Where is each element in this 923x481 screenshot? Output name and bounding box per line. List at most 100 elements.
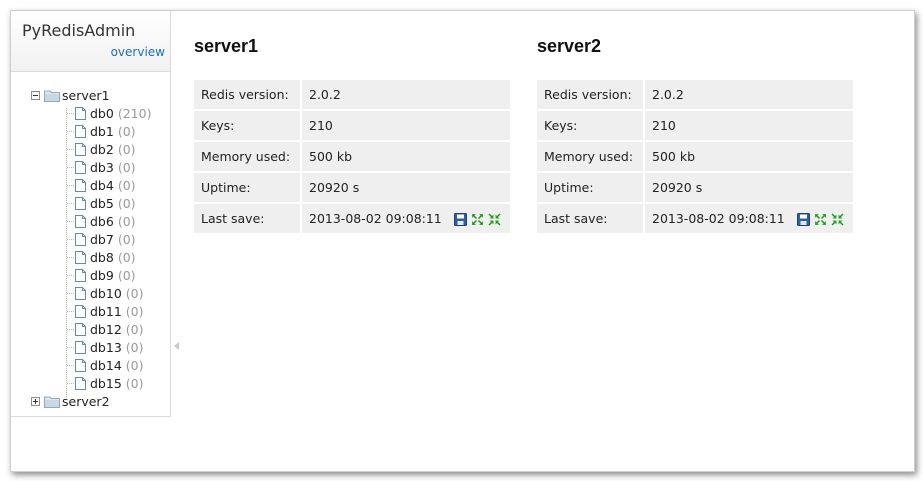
tree-db-item[interactable]: db14 (0) [75, 356, 144, 374]
sidebar: PyRedisAdmin overview server1 db0 (210) db1… [11, 11, 171, 417]
tree-db-item[interactable]: db5 (0) [75, 194, 136, 212]
info-label: Uptime: [194, 173, 302, 202]
tree-server-label: server2 [62, 393, 110, 409]
sidebar-collapse-arrow-icon[interactable] [174, 342, 179, 350]
tree-db-item[interactable]: db15 (0) [75, 374, 144, 392]
db-name: db9 [90, 267, 114, 283]
db-name: db11 [90, 303, 122, 319]
database-file-icon [75, 142, 90, 156]
db-name: db2 [90, 141, 114, 157]
server-title: server1 [194, 36, 259, 56]
info-label: Last save: [194, 204, 302, 233]
db-key-count: (0) [125, 303, 144, 319]
database-file-icon [75, 178, 90, 192]
expand-icon[interactable] [470, 213, 484, 226]
expand-icon[interactable] [813, 213, 827, 226]
tree-db-item[interactable]: db13 (0) [75, 338, 144, 356]
db-key-count: (0) [125, 357, 144, 373]
db-key-count: (0) [125, 321, 144, 337]
tree-db-item[interactable]: db6 (0) [75, 212, 136, 230]
server-panel-1: server1 Redis version: 2.0.2 Keys: 210 M… [194, 36, 510, 235]
collapse-icon[interactable] [830, 213, 844, 226]
database-file-icon [75, 124, 90, 138]
db-name: db4 [90, 177, 114, 193]
database-file-icon [75, 268, 90, 282]
db-name: db8 [90, 249, 114, 265]
server-info-table: Redis version: 2.0.2 Keys: 210 Memory us… [537, 78, 853, 235]
info-value: 500 kb [645, 142, 853, 171]
tree-server-server2[interactable]: server2 [31, 392, 110, 410]
info-label: Keys: [537, 111, 645, 140]
expand-toggle-icon[interactable] [31, 396, 40, 406]
tree-db-item[interactable]: db7 (0) [75, 230, 136, 248]
database-file-icon [75, 304, 90, 318]
info-row-uptime: Uptime: 20920 s [537, 173, 853, 202]
database-file-icon [75, 214, 90, 228]
database-file-icon [75, 358, 90, 372]
info-row-last-save: Last save: 2013-08-02 09:08:11 [194, 204, 510, 233]
db-key-count: (0) [125, 285, 144, 301]
info-value-cell: 2013-08-02 09:08:11 [302, 204, 510, 233]
info-row-keys: Keys: 210 [194, 111, 510, 140]
last-save-actions [793, 213, 844, 226]
collapse-toggle-icon[interactable] [31, 90, 40, 100]
tree-db-item[interactable]: db11 (0) [75, 302, 144, 320]
info-label: Redis version: [537, 80, 645, 109]
info-value: 210 [302, 111, 510, 140]
db-key-count: (0) [125, 339, 144, 355]
info-value: 2013-08-02 09:08:11 [652, 211, 785, 226]
database-file-icon [75, 106, 90, 120]
info-row-last-save: Last save: 2013-08-02 09:08:11 [537, 204, 853, 233]
info-label: Memory used: [537, 142, 645, 171]
app-window: PyRedisAdmin overview server1 db0 (210) db1… [10, 10, 915, 472]
db-key-count: (0) [117, 141, 136, 157]
info-row-version: Redis version: 2.0.2 [194, 80, 510, 109]
tree-db-item[interactable]: db2 (0) [75, 140, 136, 158]
tree-db-item[interactable]: db1 (0) [75, 122, 136, 140]
tree-db-item[interactable]: db3 (0) [75, 158, 136, 176]
tree-db-item[interactable]: db10 (0) [75, 284, 144, 302]
db-name: db1 [90, 123, 114, 139]
info-value: 20920 s [302, 173, 510, 202]
folder-icon [44, 89, 62, 102]
db-name: db13 [90, 339, 122, 355]
server-info-table: Redis version: 2.0.2 Keys: 210 Memory us… [194, 78, 510, 235]
info-row-version: Redis version: 2.0.2 [537, 80, 853, 109]
database-file-icon [75, 322, 90, 336]
tree-db-item[interactable]: db12 (0) [75, 320, 144, 338]
info-value: 20920 s [645, 173, 853, 202]
collapse-icon[interactable] [487, 213, 501, 226]
last-save-actions [450, 213, 501, 226]
info-value: 2013-08-02 09:08:11 [309, 211, 442, 226]
tree-server-server1[interactable]: server1 [31, 86, 110, 104]
save-icon[interactable] [453, 213, 467, 226]
db-name: db6 [90, 213, 114, 229]
tree-db-item[interactable]: db4 (0) [75, 176, 136, 194]
tree-db-item[interactable]: db0 (210) [75, 104, 151, 122]
db-key-count: (210) [117, 105, 152, 121]
database-file-icon [75, 160, 90, 174]
db-key-count: (0) [117, 231, 136, 247]
tree-guide-line [66, 108, 67, 397]
db-key-count: (0) [117, 159, 136, 175]
server-title: server2 [537, 36, 602, 56]
info-label: Uptime: [537, 173, 645, 202]
app-title: PyRedisAdmin [22, 21, 136, 40]
info-row-memory: Memory used: 500 kb [537, 142, 853, 171]
sidebar-header: PyRedisAdmin overview [11, 11, 170, 72]
info-row-keys: Keys: 210 [537, 111, 853, 140]
overview-link[interactable]: overview [111, 45, 165, 59]
save-icon[interactable] [796, 213, 810, 226]
db-name: db0 [90, 105, 114, 121]
server-panel-2: server2 Redis version: 2.0.2 Keys: 210 M… [537, 36, 853, 235]
database-file-icon [75, 376, 90, 390]
db-name: db12 [90, 321, 122, 337]
info-label: Keys: [194, 111, 302, 140]
tree-db-item[interactable]: db8 (0) [75, 248, 136, 266]
folder-icon [44, 395, 62, 408]
db-key-count: (0) [117, 123, 136, 139]
db-key-count: (0) [125, 375, 144, 391]
info-value: 2.0.2 [302, 80, 510, 109]
tree-db-item[interactable]: db9 (0) [75, 266, 136, 284]
database-file-icon [75, 250, 90, 264]
